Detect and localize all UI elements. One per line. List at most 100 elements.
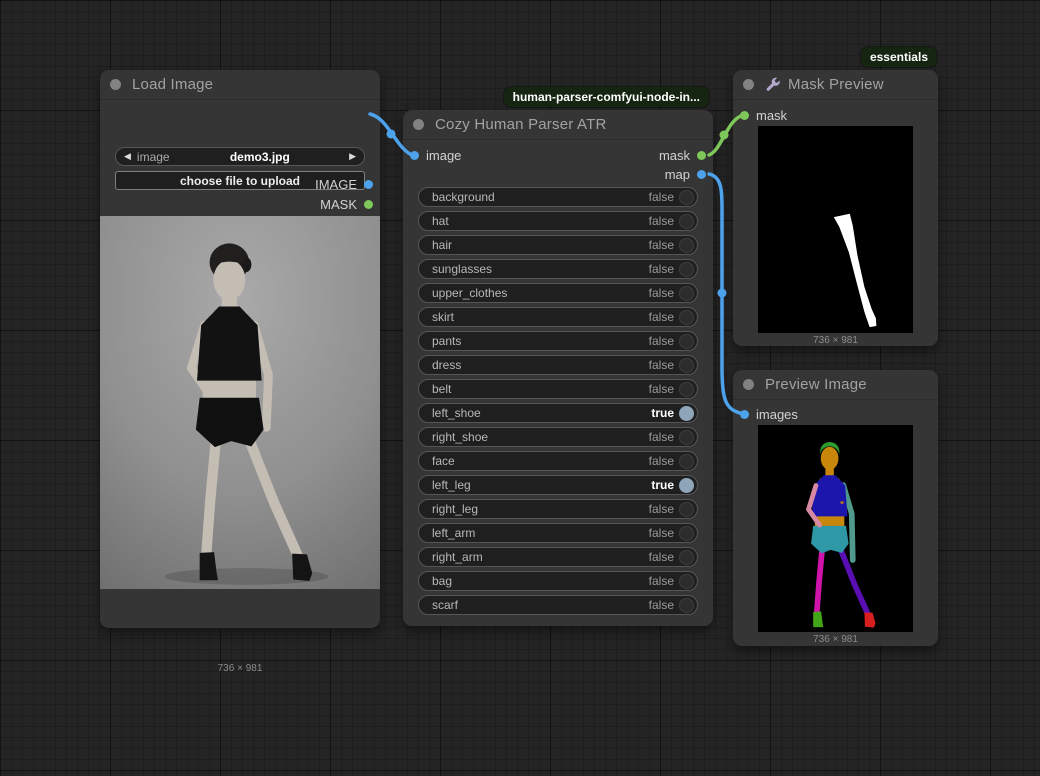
link-image-midpoint-dot[interactable]	[387, 130, 396, 139]
node-title: Preview Image	[765, 376, 867, 393]
toggle-value: false	[649, 454, 674, 468]
collapse-dot[interactable]	[413, 119, 424, 130]
toggle-left-leg[interactable]: left_legtrue	[418, 475, 698, 495]
toggle-label: background	[432, 190, 649, 204]
toggle-knob	[679, 238, 694, 253]
toggle-label: left_shoe	[432, 406, 651, 420]
toggle-knob	[679, 262, 694, 277]
toggle-value: false	[649, 238, 674, 252]
toggle-label: hat	[432, 214, 649, 228]
toggle-upper-clothes[interactable]: upper_clothesfalse	[418, 283, 698, 303]
output-dot-MASK[interactable]	[364, 200, 373, 209]
toggle-knob	[679, 286, 694, 301]
toggle-knob	[679, 574, 694, 589]
image-dimensions: 736 × 981	[733, 335, 938, 346]
toggle-label: sunglasses	[432, 262, 649, 276]
toggle-value: false	[649, 262, 674, 276]
toggle-left-arm[interactable]: left_armfalse	[418, 523, 698, 543]
node-mask-preview[interactable]: Mask Preview mask 736 × 981	[733, 70, 938, 346]
toggle-dress[interactable]: dressfalse	[418, 355, 698, 375]
toggle-value: false	[649, 598, 674, 612]
toggle-background[interactable]: backgroundfalse	[418, 187, 698, 207]
toggle-widget-list: backgroundfalse hatfalse hairfalse sungl…	[418, 187, 698, 619]
toggle-value: false	[649, 550, 674, 564]
node-load-image-header[interactable]: Load Image	[100, 70, 380, 100]
toggle-knob	[679, 430, 694, 445]
toggle-knob	[679, 310, 694, 325]
output-dot-mask[interactable]	[697, 151, 706, 160]
node-canvas[interactable]: { "badges": { "essentials": "essentials"…	[0, 0, 1040, 776]
node-title: Cozy Human Parser ATR	[435, 116, 606, 133]
toggle-knob	[679, 502, 694, 517]
toggle-value: false	[649, 502, 674, 516]
collapse-dot[interactable]	[743, 79, 754, 90]
input-dot-mask[interactable]	[740, 111, 749, 120]
node-title: Load Image	[132, 76, 213, 93]
output-slot-label: map	[665, 167, 690, 182]
output-slot-map: map	[665, 164, 706, 184]
toggle-label: skirt	[432, 310, 649, 324]
combo-next-icon[interactable]: ▶	[349, 151, 356, 162]
toggle-value: false	[649, 310, 674, 324]
segmentation-image	[758, 425, 913, 632]
toggle-value: false	[649, 430, 674, 444]
image-combo-widget[interactable]: ◀ image demo3.jpg ▶	[115, 147, 365, 166]
toggle-value: false	[649, 358, 674, 372]
toggle-label: left_leg	[432, 478, 651, 492]
node-parser-header[interactable]: Cozy Human Parser ATR	[403, 110, 713, 140]
output-slot-IMAGE: IMAGE	[315, 174, 373, 194]
toggle-pants[interactable]: pantsfalse	[418, 331, 698, 351]
toggle-right-leg[interactable]: right_legfalse	[418, 499, 698, 519]
collapse-dot[interactable]	[110, 79, 121, 90]
toggle-value: false	[649, 214, 674, 228]
toggle-knob	[679, 214, 694, 229]
toggle-skirt[interactable]: skirtfalse	[418, 307, 698, 327]
input-dot-image[interactable]	[410, 151, 419, 160]
mask-image	[758, 126, 913, 333]
toggle-knob	[679, 526, 694, 541]
input-slot-images: images	[740, 404, 798, 424]
toggle-label: right_leg	[432, 502, 649, 516]
toggle-bag[interactable]: bagfalse	[418, 571, 698, 591]
toggle-right-shoe[interactable]: right_shoefalse	[418, 427, 698, 447]
toggle-left-shoe[interactable]: left_shoetrue	[418, 403, 698, 423]
combo-prev-icon[interactable]: ◀	[124, 151, 131, 162]
toggle-label: face	[432, 454, 649, 468]
input-slot-label: images	[756, 407, 798, 422]
collapse-dot[interactable]	[743, 379, 754, 390]
input-slot-image: image	[410, 145, 461, 165]
toggle-sunglasses[interactable]: sunglassesfalse	[418, 259, 698, 279]
model-photo	[100, 216, 380, 589]
output-dot-IMAGE[interactable]	[364, 180, 373, 189]
node-load-image[interactable]: Load Image IMAGE MASK ◀ image demo3.jpg …	[100, 70, 380, 628]
output-slot-MASK: MASK	[320, 194, 373, 214]
toggle-scarf[interactable]: scarffalse	[418, 595, 698, 615]
toggle-knob	[679, 598, 694, 613]
link-map-midpoint-dot[interactable]	[718, 289, 727, 298]
toggle-face[interactable]: facefalse	[418, 451, 698, 471]
toggle-value: false	[649, 526, 674, 540]
node-preview-image[interactable]: Preview Image images	[733, 370, 938, 646]
toggle-knob	[679, 406, 694, 421]
toggle-hat[interactable]: hatfalse	[418, 211, 698, 231]
node-preview-image-header[interactable]: Preview Image	[733, 370, 938, 400]
output-slot-label: IMAGE	[315, 177, 357, 192]
output-slot-label: mask	[659, 148, 690, 163]
toggle-label: pants	[432, 334, 649, 348]
output-dot-map[interactable]	[697, 170, 706, 179]
output-slot-label: MASK	[320, 197, 357, 212]
toggle-value: true	[651, 478, 674, 492]
toggle-knob	[679, 550, 694, 565]
combo-label: image	[137, 150, 170, 164]
toggle-value: false	[649, 190, 674, 204]
toggle-hair[interactable]: hairfalse	[418, 235, 698, 255]
toggle-right-arm[interactable]: right_armfalse	[418, 547, 698, 567]
input-dot-images[interactable]	[740, 410, 749, 419]
node-cozy-human-parser-atr[interactable]: Cozy Human Parser ATR image mask map bac…	[403, 110, 713, 626]
toggle-label: right_shoe	[432, 430, 649, 444]
toggle-belt[interactable]: beltfalse	[418, 379, 698, 399]
toggle-label: left_arm	[432, 526, 649, 540]
node-mask-preview-header[interactable]: Mask Preview	[733, 70, 938, 100]
toggle-knob	[679, 382, 694, 397]
link-mask-midpoint-dot[interactable]	[720, 131, 729, 140]
